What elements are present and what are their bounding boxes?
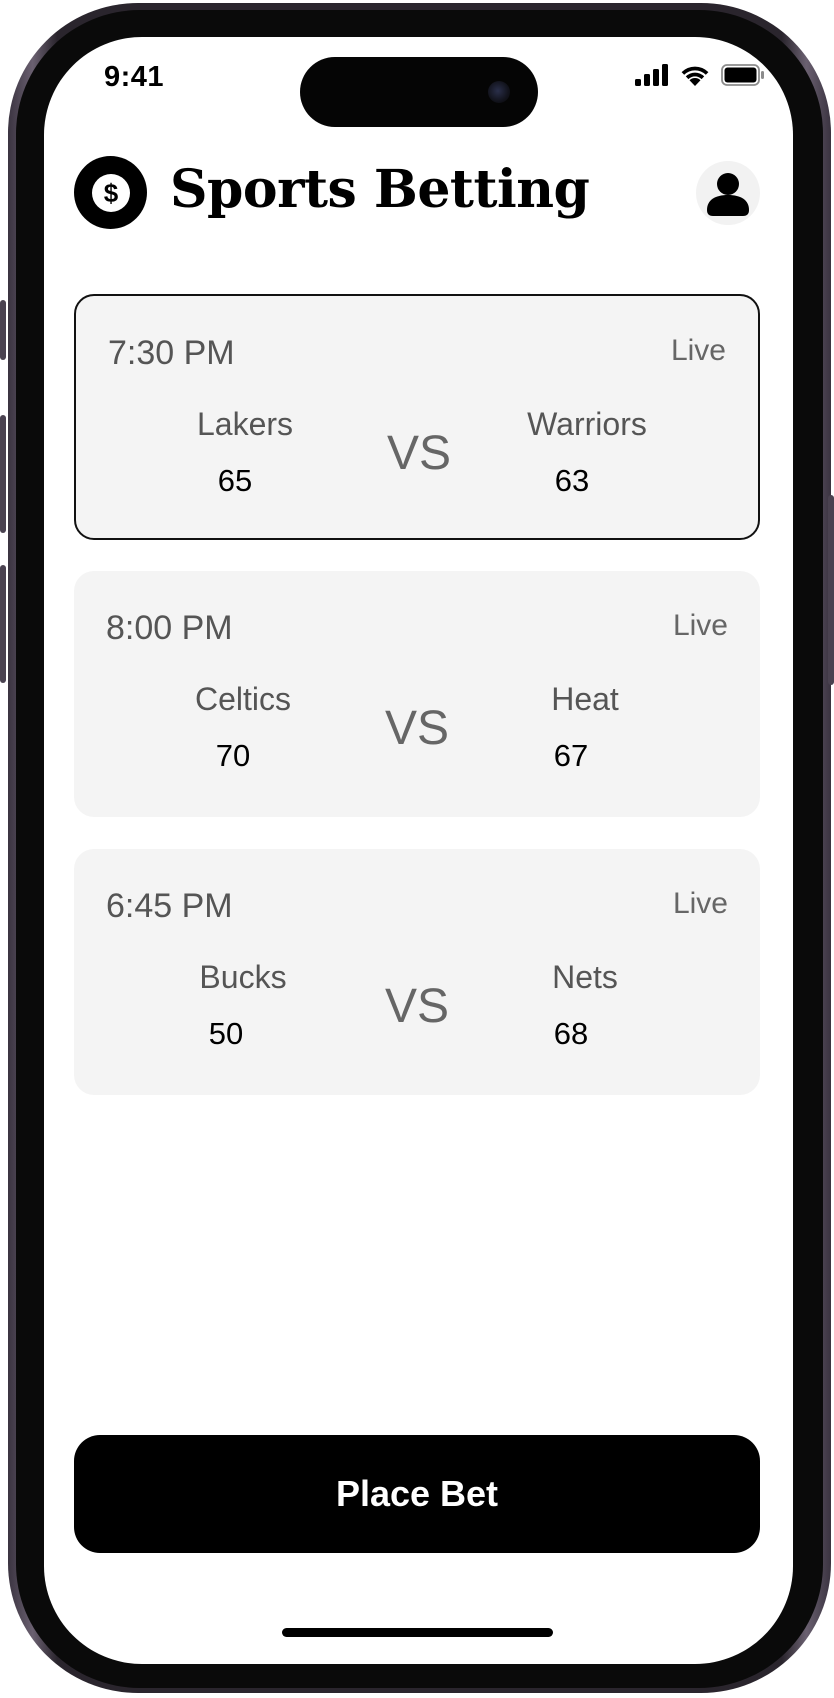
away-team: Warriors 63 — [487, 406, 687, 499]
game-time: 6:45 PM — [106, 887, 233, 925]
power-button — [828, 495, 834, 685]
volume-up-button — [0, 415, 6, 533]
team-name: Heat — [551, 681, 619, 717]
app-title: Sports Betting — [170, 159, 590, 220]
team-score: 63 — [554, 463, 590, 498]
wifi-icon — [681, 66, 709, 86]
game-time: 7:30 PM — [108, 334, 235, 372]
team-score: 67 — [553, 738, 589, 773]
dollar-icon[interactable]: $ — [74, 156, 147, 229]
place-bet-button[interactable]: Place Bet — [74, 1435, 760, 1553]
game-card[interactable]: 8:00 PM Live Celtics 70 VS Heat 67 — [74, 571, 760, 817]
volume-down-button — [0, 565, 6, 683]
game-time: 8:00 PM — [106, 609, 233, 647]
cellular-signal-icon — [635, 63, 668, 86]
game-status: Live — [670, 334, 726, 367]
screen: 9:41 $ Sports Betting 7:30 PM Live Laker… — [44, 37, 793, 1664]
action-button — [0, 300, 6, 360]
camera-icon — [488, 81, 510, 103]
game-card[interactable]: 7:30 PM Live Lakers 65 VS Warriors 63 — [74, 294, 760, 540]
team-score: 68 — [553, 1016, 589, 1051]
game-card[interactable]: 6:45 PM Live Bucks 50 VS Nets 68 — [74, 849, 760, 1095]
team-name: Warriors — [527, 406, 647, 442]
team-name: Nets — [552, 959, 618, 995]
game-status: Live — [672, 609, 728, 642]
away-team: Heat 67 — [485, 681, 685, 774]
svg-text:$: $ — [103, 178, 118, 208]
status-icons — [635, 63, 765, 86]
status-time: 9:41 — [104, 61, 165, 93]
away-team: Nets 68 — [485, 959, 685, 1052]
user-icon[interactable] — [696, 161, 760, 225]
game-status: Live — [672, 887, 728, 920]
battery-icon — [721, 63, 764, 86]
home-indicator[interactable] — [282, 1628, 553, 1637]
dynamic-island — [300, 57, 538, 127]
